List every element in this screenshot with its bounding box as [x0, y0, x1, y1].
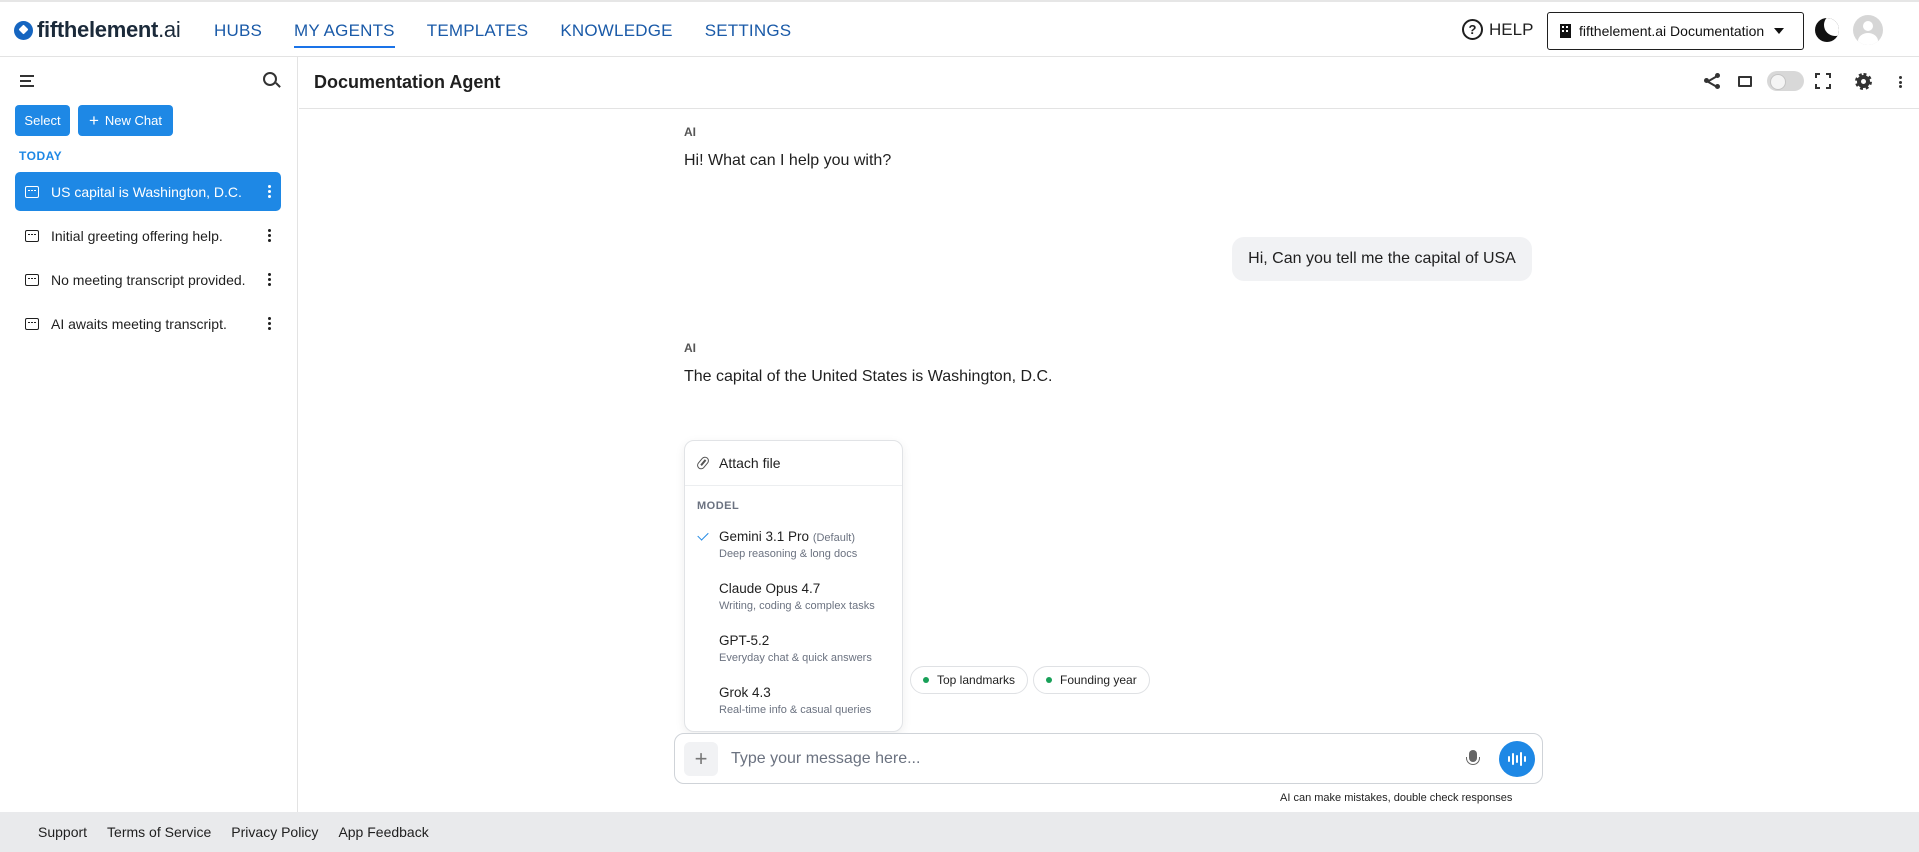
model-option-grok[interactable]: Grok 4.3 Real-time info & casual queries: [685, 685, 902, 737]
more-options-icon[interactable]: [268, 185, 271, 198]
chat-list-item[interactable]: Initial greeting offering help.: [15, 216, 281, 255]
microphone-icon[interactable]: [1466, 750, 1480, 765]
search-icon[interactable]: [263, 72, 277, 86]
footer-link-feedback[interactable]: App Feedback: [338, 824, 428, 840]
brand-name: fifthelement.ai: [37, 17, 181, 42]
menu-icon[interactable]: [20, 75, 34, 90]
help-button[interactable]: ? HELP: [1462, 19, 1533, 40]
chat-bubble-icon: [25, 317, 39, 330]
select-button-label: Select: [24, 113, 61, 128]
status-dot-icon: [1046, 677, 1052, 683]
nav-hubs[interactable]: HUBS: [214, 21, 262, 48]
help-icon: ?: [1462, 19, 1483, 40]
new-chat-label: New Chat: [104, 113, 162, 128]
plus-icon: +: [88, 111, 99, 130]
model-option-gemini[interactable]: Gemini 3.1 Pro (Default) Deep reasoning …: [685, 529, 902, 581]
main-nav: HUBS MY AGENTS TEMPLATES KNOWLEDGE SETTI…: [214, 21, 823, 48]
cast-icon[interactable]: [1738, 76, 1752, 87]
default-tag: (Default): [812, 532, 855, 544]
model-option-claude[interactable]: Claude Opus 4.7 Writing, coding & comple…: [685, 581, 902, 633]
model-name: GPT-5.2: [719, 633, 770, 648]
composer-options-menu: Attach file MODEL Gemini 3.1 Pro (Defaul…: [684, 440, 903, 732]
chat-list-item[interactable]: No meeting transcript provided.: [15, 260, 281, 299]
paperclip-icon: [695, 455, 711, 471]
nav-templates[interactable]: TEMPLATES: [427, 21, 529, 48]
chat-title: No meeting transcript provided.: [51, 271, 246, 288]
checkmark-icon: [697, 529, 709, 541]
attach-file-option[interactable]: Attach file: [685, 441, 902, 486]
voice-send-button[interactable]: [1499, 741, 1535, 777]
nav-knowledge[interactable]: KNOWLEDGE: [560, 21, 672, 48]
page-footer: Support Terms of Service Privacy Policy …: [0, 812, 1919, 852]
chat-title: AI awaits meeting transcript.: [51, 315, 227, 332]
user-avatar[interactable]: [1853, 15, 1883, 45]
agent-title: Documentation Agent: [314, 72, 501, 92]
ai-message: Hi! What can I help you with?: [684, 152, 892, 169]
chat-bubble-icon: [25, 273, 39, 286]
message-input[interactable]: [731, 742, 1451, 776]
model-name: Claude Opus 4.7: [719, 581, 821, 596]
ai-disclaimer: AI can make mistakes, double check respo…: [1280, 792, 1513, 804]
nav-settings[interactable]: SETTINGS: [705, 21, 792, 48]
agent-mode-toggle[interactable]: [1767, 71, 1804, 91]
caret-down-icon: [1774, 28, 1785, 34]
user-message-text: Hi, Can you tell me the capital of USA: [1248, 250, 1516, 267]
message-composer: +: [674, 733, 1543, 784]
more-options-icon[interactable]: [268, 317, 271, 330]
status-dot-icon: [923, 677, 929, 683]
chat-title: Initial greeting offering help.: [51, 227, 223, 244]
model-name: Gemini 3.1 Pro (Default): [719, 529, 855, 544]
suggestion-chip[interactable]: Founding year: [1033, 666, 1150, 694]
logo-icon: [14, 20, 33, 40]
message-role-label: AI: [684, 125, 696, 139]
chat-list-item[interactable]: AI awaits meeting transcript.: [15, 304, 281, 343]
fullscreen-icon[interactable]: [1815, 73, 1831, 89]
section-label-today: TODAY: [19, 149, 63, 163]
dark-mode-moon-icon[interactable]: [1815, 18, 1839, 42]
user-message: Hi, Can you tell me the capital of USA: [1232, 237, 1532, 281]
model-description: Everyday chat & quick answers: [719, 652, 872, 664]
model-option-gpt[interactable]: GPT-5.2 Everyday chat & quick answers: [685, 633, 902, 685]
more-options-icon[interactable]: [268, 229, 271, 242]
select-button[interactable]: Select: [15, 105, 70, 136]
footer-link-terms[interactable]: Terms of Service: [107, 824, 211, 840]
attach-file-label: Attach file: [719, 455, 781, 471]
footer-link-privacy[interactable]: Privacy Policy: [231, 824, 318, 840]
org-selector[interactable]: fifthelement.ai Documentation: [1547, 12, 1804, 50]
model-description: Deep reasoning & long docs: [719, 548, 858, 560]
model-section-heading: MODEL: [697, 500, 740, 512]
model-description: Writing, coding & complex tasks: [719, 600, 875, 612]
help-label: HELP: [1489, 19, 1534, 39]
suggestion-label: Top landmarks: [937, 673, 1016, 687]
plus-icon: +: [694, 746, 708, 771]
suggestion-label: Founding year: [1060, 673, 1137, 687]
model-description: Real-time info & casual queries: [719, 704, 872, 716]
chat-list: US capital is Washington, D.C. Initial g…: [15, 172, 281, 348]
suggestion-chip[interactable]: Top landmarks: [910, 666, 1029, 694]
chat-sidebar: Select + New Chat TODAY US capital is Wa…: [0, 57, 298, 812]
chat-bubble-icon: [25, 185, 39, 198]
add-attachment-button[interactable]: +: [684, 742, 718, 776]
org-selector-label: fifthelement.ai Documentation: [1579, 23, 1765, 39]
new-chat-button[interactable]: + New Chat: [78, 105, 173, 136]
more-options-icon[interactable]: [1899, 76, 1902, 88]
building-icon: [1560, 24, 1571, 38]
agent-header: Documentation Agent: [299, 57, 1919, 109]
nav-my-agents[interactable]: MY AGENTS: [294, 21, 395, 48]
ai-message: The capital of the United States is Wash…: [684, 368, 1053, 385]
gear-icon[interactable]: [1855, 73, 1872, 90]
top-bar: fifthelement.ai HUBS MY AGENTS TEMPLATES…: [0, 0, 1919, 57]
footer-link-support[interactable]: Support: [38, 824, 87, 840]
chat-bubble-icon: [25, 229, 39, 242]
brand-logo[interactable]: fifthelement.ai: [14, 17, 181, 43]
model-name: Grok 4.3: [719, 685, 771, 700]
more-options-icon[interactable]: [268, 273, 271, 286]
chat-list-item[interactable]: US capital is Washington, D.C.: [15, 172, 281, 211]
message-role-label: AI: [684, 341, 696, 355]
chat-title: US capital is Washington, D.C.: [51, 183, 242, 200]
share-icon[interactable]: [1704, 73, 1720, 89]
